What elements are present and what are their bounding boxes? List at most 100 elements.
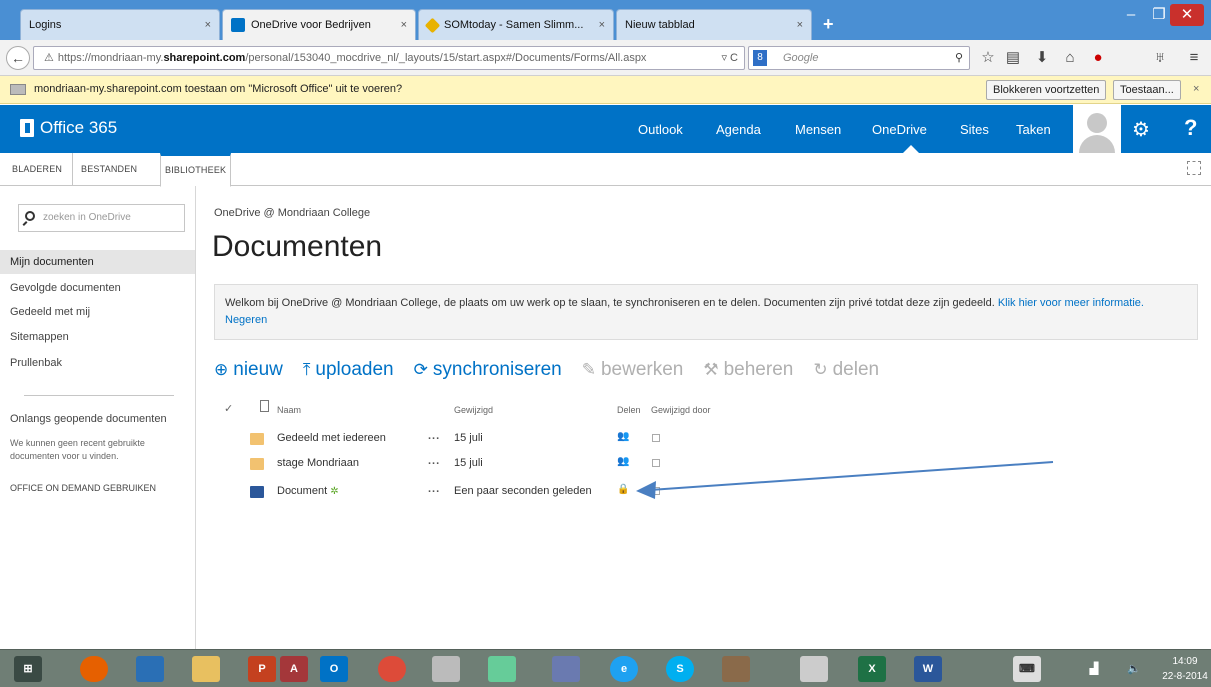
more-options-icon[interactable]: ... [428, 430, 440, 442]
chrome-icon[interactable] [378, 656, 406, 682]
ribbon-tabs: BLADEREN BESTANDEN BIBLIOTHEEK [0, 153, 1211, 187]
select-all-check-icon[interactable]: ✓ [224, 402, 233, 415]
adblock-icon[interactable]: ● [1088, 48, 1108, 68]
tab-close-icon[interactable]: × [401, 19, 407, 31]
search-engine-icon[interactable]: 8 [753, 50, 767, 66]
gear-icon[interactable]: ⚙ [1132, 117, 1150, 142]
access-icon[interactable]: A [280, 656, 308, 682]
menu-icon[interactable]: ≡ [1184, 48, 1204, 68]
window-minimize-button[interactable]: – [1120, 4, 1142, 26]
file-explorer-icon[interactable] [192, 656, 220, 682]
help-icon[interactable]: ? [1184, 115, 1197, 141]
remote-desktop-icon[interactable] [136, 656, 164, 682]
new-button[interactable]: ⊕ nieuw [214, 359, 283, 381]
firefox-icon[interactable] [80, 656, 108, 682]
bookmark-star-icon[interactable]: ☆ [978, 48, 998, 68]
search-bar[interactable]: 8 Google ⚲ [748, 46, 970, 70]
media-icon[interactable] [488, 656, 516, 682]
column-share[interactable]: Delen [617, 405, 641, 415]
sync-button[interactable]: ⟳ synchroniseren [414, 359, 562, 381]
nav-prullenbak[interactable]: Prullenbak [10, 357, 62, 369]
nav-gevolgde-documenten[interactable]: Gevolgde documenten [10, 282, 121, 294]
back-arrow-icon[interactable]: ← [6, 46, 30, 70]
more-options-icon[interactable]: ... [428, 483, 440, 495]
powerpoint-icon[interactable]: P [248, 656, 276, 682]
tab-logins[interactable]: Logins × [20, 9, 220, 40]
download-icon[interactable]: ⬇ [1032, 48, 1052, 68]
tab-bibliotheek[interactable]: BIBLIOTHEEK [160, 153, 232, 187]
manage-button[interactable]: ⚒ beheren [703, 359, 793, 381]
tab-onedrive[interactable]: OneDrive voor Bedrijven × [222, 9, 416, 40]
presentation-icon[interactable] [800, 656, 828, 682]
column-modified[interactable]: Gewijzigd [454, 405, 493, 415]
notification-text: mondriaan-my.sharepoint.com toestaan om … [34, 83, 403, 95]
window-maximize-button[interactable]: ❐ [1148, 4, 1170, 26]
tab-nieuw-tabblad[interactable]: Nieuw tabblad × [616, 9, 812, 40]
row-name[interactable]: stage Mondriaan [277, 457, 359, 469]
suite-link-sites[interactable]: Sites [960, 122, 989, 137]
share-button[interactable]: ↻ delen [813, 359, 879, 381]
edit-button[interactable]: ✎ bewerken [582, 359, 684, 381]
skype-icon[interactable]: S [666, 656, 694, 682]
row-name[interactable]: Document ✲ [277, 485, 339, 497]
window-close-button[interactable]: ✕ [1170, 4, 1204, 26]
new-tab-button[interactable]: + [823, 14, 834, 35]
tab-bladeren[interactable]: BLADEREN [12, 153, 62, 186]
table-row[interactable]: Document ✲ ... Een paar seconden geleden… [214, 481, 914, 505]
url-bar[interactable]: ⚠ https://mondriaan-my.sharepoint.com/per… [33, 46, 745, 70]
more-options-icon[interactable]: ... [428, 455, 440, 467]
suite-link-outlook[interactable]: Outlook [638, 122, 683, 137]
tab-title: Nieuw tabblad [625, 19, 695, 31]
reload-icon[interactable]: ▿ C [721, 47, 738, 69]
keyboard-icon[interactable]: ⌨ [1013, 656, 1041, 682]
nav-sitemappen[interactable]: Sitemappen [10, 331, 69, 343]
upload-button[interactable]: ⤒ uploaden [303, 359, 394, 381]
excel-icon[interactable]: X [858, 656, 886, 682]
more-info-link[interactable]: Klik hier voor meer informatie. [998, 297, 1144, 309]
plus-circle-icon: ⊕ [214, 360, 229, 379]
outlook-icon[interactable]: O [320, 656, 348, 682]
tab-close-icon[interactable]: × [599, 19, 605, 31]
volume-icon[interactable]: 🔈 [1120, 656, 1148, 682]
tab-bestanden[interactable]: BESTANDEN [72, 153, 137, 186]
row-name[interactable]: Gedeeld met iedereen [277, 432, 386, 444]
tab-somtoday[interactable]: SOMtoday - Samen Slimm... × [418, 9, 614, 40]
plugin-icon [10, 84, 26, 95]
paint-icon[interactable] [552, 656, 580, 682]
dismiss-link[interactable]: Negeren [225, 314, 267, 326]
suite-link-taken[interactable]: Taken [1016, 122, 1051, 137]
suite-link-mensen[interactable]: Mensen [795, 122, 841, 137]
allow-button[interactable]: Toestaan... [1113, 80, 1181, 100]
focus-content-icon[interactable] [1187, 161, 1201, 175]
app-icon[interactable] [722, 656, 750, 682]
tab-close-icon[interactable]: × [797, 19, 803, 31]
suite-link-onedrive[interactable]: OneDrive [872, 122, 927, 137]
table-row[interactable]: stage Mondriaan ... 15 juli 👥 [214, 453, 914, 477]
magnifier-icon[interactable]: ⚲ [955, 47, 963, 69]
nav-gedeeld-met-mij[interactable]: Gedeeld met mij [10, 306, 90, 318]
office365-brand[interactable]: Office 365 [20, 118, 117, 138]
onedrive-search-input[interactable]: zoeken in OneDrive [18, 204, 185, 232]
word-icon[interactable]: W [914, 656, 942, 682]
notification-close-icon[interactable]: × [1193, 76, 1199, 103]
breadcrumb[interactable]: OneDrive @ Mondriaan College [214, 207, 370, 219]
tab-close-icon[interactable]: × [205, 19, 211, 31]
tray-clock[interactable]: 14:09 22-8-2014 [1160, 654, 1210, 684]
avatar[interactable] [1073, 105, 1121, 153]
modified-by-presence-icon [652, 434, 660, 442]
table-row[interactable]: Gedeeld met iedereen ... 15 juli 👥 [214, 428, 914, 452]
home-icon[interactable]: ⌂ [1060, 48, 1080, 68]
network-icon[interactable]: ▟ [1080, 656, 1108, 682]
column-modified-by[interactable]: Gewijzigd door [651, 405, 711, 415]
snipping-tool-icon[interactable] [432, 656, 460, 682]
nav-mijn-documenten[interactable]: Mijn documenten [0, 250, 195, 274]
start-icon[interactable]: ⊞ [14, 656, 42, 682]
extension-icon[interactable]: ♅ [1150, 48, 1170, 68]
column-name[interactable]: Naam [277, 405, 301, 415]
office-on-demand-link[interactable]: OFFICE ON DEMAND GEBRUIKEN [10, 483, 156, 493]
reading-list-icon[interactable]: ▤ [1003, 48, 1023, 68]
internet-explorer-icon[interactable]: e [610, 656, 638, 682]
suite-link-agenda[interactable]: Agenda [716, 122, 761, 137]
shared-people-icon: 👥 [617, 456, 630, 467]
block-continue-button[interactable]: Blokkeren voortzetten [986, 80, 1107, 100]
